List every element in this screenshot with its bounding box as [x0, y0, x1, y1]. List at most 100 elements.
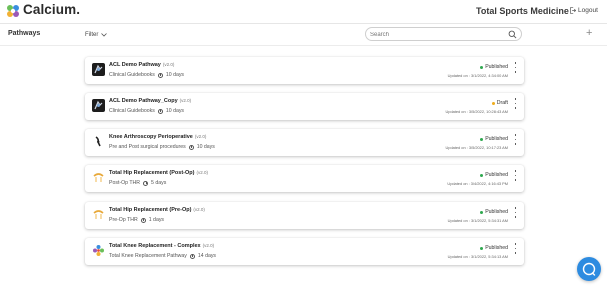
pathway-title[interactable]: Total Hip Replacement (Post-Op) (v2.0): [109, 170, 208, 176]
pathway-title[interactable]: Total Hip Replacement (Pre-Op) (v2.0): [109, 207, 205, 213]
more-options-icon[interactable]: [514, 62, 517, 73]
pathway-meta: Pre-Op THR 1 days: [109, 217, 164, 223]
status-badge: Published: [480, 245, 508, 251]
pathway-title-text: Knee Arthroscopy Perioperative: [109, 134, 193, 140]
pathway-card[interactable]: ACL Demo Pathway_Copy (v2.0) Clinical Guid…: [85, 93, 524, 120]
clock-icon: [188, 144, 194, 150]
search-box: [365, 27, 522, 41]
brand-name: Calcium.: [23, 2, 81, 17]
logout-button[interactable]: Logout: [569, 7, 598, 14]
pathway-title[interactable]: Total Knee Replacement - Complex (v2.0): [109, 243, 214, 249]
filter-label: Filter: [85, 32, 99, 38]
pathway-title-text: ACL Demo Pathway: [109, 62, 161, 68]
search-input[interactable]: [370, 30, 505, 39]
status-badge: Published: [480, 64, 508, 70]
pathway-category: Pre and Post surgical procedures: [109, 144, 186, 150]
logout-icon: [570, 7, 576, 14]
pathway-title-text: Total Hip Replacement (Pre-Op): [109, 207, 192, 213]
pathway-title[interactable]: Knee Arthroscopy Perioperative (v2.0): [109, 134, 206, 140]
pathway-meta: Post-Op THR 5 days: [109, 180, 166, 186]
status-dot-icon: [480, 210, 484, 214]
search-icon[interactable]: [508, 30, 517, 39]
pathway-title-text: Total Hip Replacement (Post-Op): [109, 170, 195, 176]
updated-timestamp: Updated on : 3/4/2022, 4:16:43 PM: [447, 181, 508, 186]
clock-icon: [140, 217, 146, 223]
more-options-icon[interactable]: [514, 207, 517, 218]
pathway-duration: 1 days: [148, 217, 165, 223]
pathway-card[interactable]: Total Knee Replacement - Complex (v2.0) To…: [85, 238, 524, 265]
more-options-icon[interactable]: [514, 134, 517, 145]
status-badge: Published: [480, 209, 508, 215]
pathway-version: (v2.0): [196, 170, 208, 175]
pathway-card[interactable]: Total Hip Replacement (Pre-Op) (v2.0) Pre-…: [85, 202, 524, 229]
status-label: Published: [485, 136, 508, 142]
clock-icon: [157, 72, 163, 78]
organization-name: Total Sports Medicine: [476, 6, 569, 16]
filter-dropdown[interactable]: Filter: [85, 32, 108, 38]
chevron-down-icon: [101, 33, 108, 37]
pathway-duration: 10 days: [196, 144, 215, 150]
updated-timestamp: Updated on : 3/1/2022, 5:34:13 AM: [447, 254, 508, 259]
status-badge: Published: [480, 172, 508, 178]
pathway-category: Clinical Guidebooks: [109, 108, 155, 114]
pathway-meta: Clinical Guidebooks 10 days: [109, 108, 184, 114]
clock-icon: [189, 253, 195, 259]
pathway-card[interactable]: Total Hip Replacement (Post-Op) (v2.0) Pos…: [85, 165, 524, 192]
more-options-icon[interactable]: [514, 170, 517, 181]
pathway-duration: 10 days: [165, 72, 185, 78]
top-bar: Calcium. Total Sports Medicine Logout: [0, 0, 607, 24]
status-badge: Draft: [491, 100, 508, 106]
calcium-logo-icon: [7, 5, 19, 17]
status-label: Published: [485, 64, 508, 70]
pathway-card[interactable]: ACL Demo Pathway (v2.0) Clinical Guidebook…: [85, 57, 524, 84]
pathway-title[interactable]: ACL Demo Pathway (v2.0): [109, 62, 174, 68]
toolbar: Pathways Filter +: [0, 24, 607, 46]
pathway-version: (v2.0): [194, 134, 207, 139]
acl-icon: [92, 63, 105, 76]
pathway-category: Clinical Guidebooks: [109, 72, 155, 78]
add-pathway-button[interactable]: +: [586, 28, 592, 39]
section-title: Pathways: [8, 30, 41, 37]
pathway-duration: 14 days: [197, 253, 217, 259]
pathway-duration: 10 days: [165, 108, 185, 114]
status-dot-icon: [480, 65, 484, 69]
pathway-title-text: ACL Demo Pathway_Copy: [109, 98, 178, 104]
updated-timestamp: Updated on : 3/5/2022, 10:28:43 AM: [445, 109, 508, 114]
pathway-version: (v2.0): [202, 243, 215, 248]
updated-timestamp: Updated on : 3/5/2022, 10:17:23 AM: [445, 145, 508, 150]
more-options-icon[interactable]: [514, 98, 517, 109]
updated-timestamp: Updated on : 3/1/2022, 4:34:00 AM: [447, 73, 508, 78]
more-options-icon[interactable]: [514, 243, 517, 254]
status-badge: Published: [480, 136, 508, 142]
status-label: Draft: [496, 100, 508, 106]
updated-timestamp: Updated on : 3/1/2022, 5:34:31 AM: [447, 218, 508, 223]
chat-icon: [582, 262, 596, 276]
status-dot-icon: [491, 101, 495, 105]
clock-icon: [157, 108, 163, 114]
status-dot-icon: [480, 173, 484, 177]
clock-icon: [143, 180, 149, 186]
pathway-category: Total Knee Replacement Pathway: [109, 253, 187, 259]
pathway-version: (v2.0): [162, 62, 175, 67]
knee-icon: [92, 135, 105, 148]
pathway-category: Pre-Op THR: [109, 217, 138, 223]
acl-icon: [92, 99, 105, 112]
pathway-title-text: Total Knee Replacement - Complex: [109, 243, 201, 249]
logout-label: Logout: [578, 7, 598, 14]
pathway-category: Post-Op THR: [109, 180, 141, 186]
pathway-meta: Total Knee Replacement Pathway 14 days: [109, 253, 216, 259]
pathway-duration: 5 days: [151, 180, 167, 186]
pathway-card[interactable]: Knee Arthroscopy Perioperative (v2.0) Pre …: [85, 129, 524, 156]
status-label: Published: [485, 172, 508, 178]
status-label: Published: [485, 245, 508, 251]
flower-icon: [92, 244, 105, 257]
status-dot-icon: [480, 246, 484, 250]
status-dot-icon: [480, 137, 484, 141]
pathway-version: (v2.0): [179, 98, 192, 103]
pathway-version: (v2.0): [193, 207, 205, 212]
pathway-meta: Clinical Guidebooks 10 days: [109, 72, 184, 78]
hip-icon: [92, 208, 105, 221]
chat-button[interactable]: [577, 257, 601, 281]
pathway-title[interactable]: ACL Demo Pathway_Copy (v2.0): [109, 98, 191, 104]
pathway-meta: Pre and Post surgical procedures 10 days: [109, 144, 215, 150]
